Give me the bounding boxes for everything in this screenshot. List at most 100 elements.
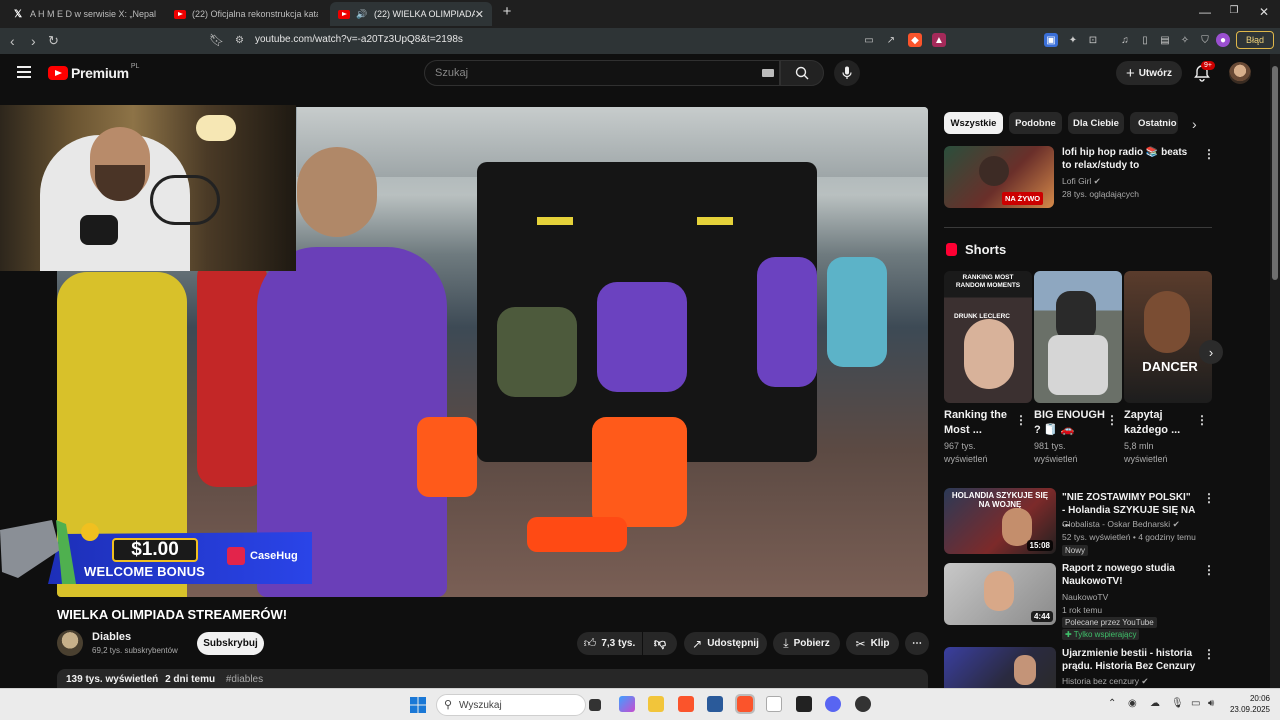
live-title[interactable]: lofi hip hop radio 📚 beats to relax/stud…	[1062, 146, 1192, 172]
video-title-2[interactable]: Raport z nowego studia NaukowoTV!	[1062, 562, 1196, 588]
more-vertical-icon[interactable]: ⋮	[1203, 147, 1215, 161]
bookmark-icon[interactable]: 🔖︎	[209, 33, 224, 47]
chip-recent[interactable]: Ostatnio	[1130, 112, 1178, 134]
task-view-icon[interactable]	[589, 699, 601, 711]
tray-expand-icon[interactable]: ⌃	[1108, 698, 1116, 709]
like-button[interactable]: 👍︎ 7,3 tys.	[577, 632, 642, 655]
url-field[interactable]: youtube.com/watch?v=-a20Tz3UpQ8&t=2198s	[255, 34, 463, 45]
app-icon[interactable]	[707, 696, 723, 712]
site-settings-icon[interactable]: ⚙︎	[235, 35, 244, 46]
reload-icon[interactable]: ↻	[48, 33, 59, 49]
brave-shield-icon[interactable]: ◆	[908, 33, 922, 47]
short-thumbnail-2[interactable]	[1034, 271, 1122, 403]
video-thumbnail-2[interactable]: 4:44	[944, 563, 1056, 625]
windows-taskbar: ⚲ Wyszukaj	[0, 688, 1280, 720]
video-thumbnail-1[interactable]: HOLANDIA SZYKUJE SIĘ NA WOJNĘ 15:08	[944, 488, 1056, 554]
clip-button[interactable]: ✂ Klip	[846, 632, 899, 655]
more-vertical-icon[interactable]: ⋮	[1203, 563, 1215, 577]
windows-start-icon[interactable]	[410, 697, 426, 713]
extension-1-icon[interactable]: ▣	[1044, 33, 1058, 47]
youtube-premium-logo[interactable]: Premium PL	[48, 63, 139, 81]
short-title-3[interactable]: Zapytaj każdego ...	[1124, 408, 1190, 438]
voice-search-button[interactable]	[834, 60, 860, 86]
close-tab-icon[interactable]: ✕	[475, 8, 484, 21]
more-vertical-icon[interactable]: ⋮	[1015, 413, 1027, 427]
tray-app-icon[interactable]: ◉	[1128, 698, 1137, 709]
chip-for-you[interactable]: Dla Ciebie	[1068, 112, 1124, 134]
error-button[interactable]: Błąd	[1236, 31, 1274, 49]
brave-browser-icon[interactable]	[678, 696, 694, 712]
forward-icon[interactable]: ›	[31, 33, 36, 49]
taskbar-search[interactable]: ⚲ Wyszukaj	[436, 694, 586, 716]
short-thumbnail-3[interactable]: DANCER	[1124, 271, 1212, 403]
vpn-icon[interactable]: ⛉	[1198, 33, 1212, 47]
window-close-icon[interactable]: ✕	[1249, 5, 1279, 19]
cloud-icon[interactable]: ☁	[1150, 698, 1160, 709]
brave-rewards-icon[interactable]: ▲	[932, 33, 946, 47]
back-icon[interactable]: ‹	[10, 33, 15, 49]
scrollbar-thumb[interactable]	[1272, 66, 1278, 280]
hamburger-menu-icon[interactable]	[17, 66, 31, 78]
share-arrow-icon: ↗	[692, 636, 703, 651]
volume-icon[interactable]: 🔊︎	[1208, 698, 1214, 709]
more-vertical-icon[interactable]: ⋮	[1106, 413, 1118, 427]
browser-tab-1[interactable]: 𝕏 A H M E D w serwisie X: „Nepal plane	[4, 2, 164, 26]
browser-tab-2[interactable]: (22) Oficjalna rekonstrukcja katastrof	[166, 2, 326, 26]
epic-games-icon[interactable]	[796, 696, 812, 712]
copilot-icon[interactable]	[619, 696, 635, 712]
more-vertical-icon[interactable]: ⋮	[1203, 647, 1215, 661]
live-channel-name[interactable]: Lofi Girl	[1062, 176, 1091, 186]
short-title-1[interactable]: Ranking the Most ...	[944, 408, 1010, 438]
short-thumbnail-1[interactable]: RANKING MOST RANDOM MOMENTS DRUNK LECLER…	[944, 271, 1032, 403]
thumbs-down-icon: 👎︎	[653, 636, 667, 650]
download-button[interactable]: ⤓ Pobierz	[773, 632, 840, 655]
minimize-icon[interactable]: —	[1190, 5, 1220, 19]
chip-all[interactable]: Wszystkie	[944, 112, 1003, 134]
search-button[interactable]	[780, 60, 824, 86]
short-views-3: 5,8 mln wyświetleń	[1124, 441, 1168, 464]
file-explorer-icon[interactable]	[648, 696, 664, 712]
channel-name[interactable]: Globalista - Oskar Bednarski	[1062, 519, 1170, 529]
sidebar-icon[interactable]: ▯	[1138, 33, 1152, 47]
music-icon[interactable]: ♫	[1118, 33, 1132, 47]
network-icon[interactable]: ▭	[1191, 698, 1200, 709]
tray-mic-icon[interactable]: 🎙︎	[1171, 698, 1184, 709]
obs-icon[interactable]	[855, 696, 871, 712]
notepad-icon[interactable]	[766, 696, 782, 712]
subscribe-button[interactable]: Subskrybuj	[197, 632, 264, 655]
browser-tab-3-active[interactable]: 🔊 (22) WIELKA OLIMPIADA STR ✕	[330, 2, 492, 26]
system-clock[interactable]: 20:06 23.09.2025	[1226, 693, 1270, 715]
search-input[interactable]: Szukaj	[424, 60, 780, 86]
shorts-next-button[interactable]: ›	[1199, 340, 1223, 364]
channel-name[interactable]: Diables	[92, 631, 131, 643]
share-button[interactable]: ↗ Udostępnij	[684, 632, 767, 655]
share-icon[interactable]: ↗	[884, 33, 898, 47]
discord-icon[interactable]	[825, 696, 841, 712]
extensions-icon[interactable]: ✦	[1066, 33, 1080, 47]
wallet-icon[interactable]: ▤	[1158, 33, 1172, 47]
dislike-button[interactable]: 👎︎	[643, 632, 677, 655]
profile-icon[interactable]: ●	[1216, 33, 1230, 47]
channel-name[interactable]: Historia bez cenzury	[1062, 676, 1139, 686]
screenshot-icon[interactable]: ⊡	[1086, 33, 1100, 47]
more-vertical-icon[interactable]: ⋮	[1196, 413, 1208, 427]
cast-icon[interactable]: ▭	[862, 33, 876, 47]
brave-active-icon[interactable]	[735, 694, 755, 714]
chip-related[interactable]: Podobne	[1009, 112, 1062, 134]
more-vertical-icon[interactable]: ⋮	[1203, 491, 1215, 505]
live-thumbnail[interactable]: NA ŻYWO	[944, 146, 1054, 208]
video-channel-2[interactable]: NaukowoTV	[1062, 591, 1108, 603]
more-actions-button[interactable]: ⋯	[905, 632, 929, 655]
keyboard-icon[interactable]	[762, 69, 774, 77]
leo-icon[interactable]: ✧	[1178, 33, 1192, 47]
hashtag[interactable]: #diables	[226, 674, 263, 685]
chips-next-icon[interactable]: ›	[1192, 116, 1197, 132]
short-title-2[interactable]: BIG ENOUGH ? 🧻 🚗	[1034, 408, 1106, 438]
new-tab-icon[interactable]: +	[492, 3, 522, 20]
restore-icon[interactable]: ❐	[1219, 5, 1249, 16]
video-thumbnail-3[interactable]	[944, 647, 1056, 688]
create-button[interactable]: + Utwórz	[1116, 61, 1182, 85]
account-avatar[interactable]	[1229, 62, 1251, 84]
video-title-3[interactable]: Ujarzmienie bestii - historia prądu. His…	[1062, 647, 1196, 673]
channel-avatar[interactable]	[57, 630, 83, 656]
